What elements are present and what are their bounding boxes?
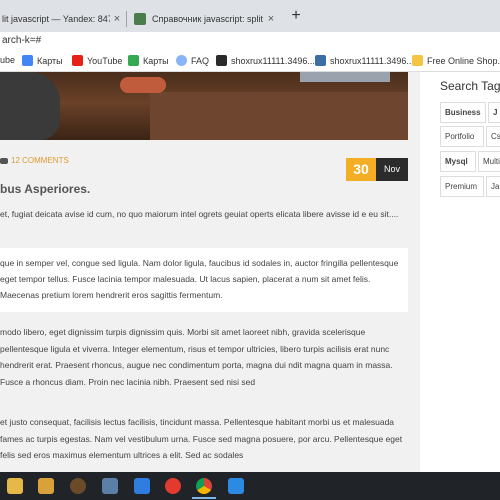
power-icon[interactable] <box>165 478 181 494</box>
site-icon <box>315 55 326 66</box>
tab-separator <box>126 11 127 27</box>
close-icon[interactable]: × <box>264 13 278 25</box>
tag-premium[interactable]: Premium <box>440 176 484 197</box>
windows-taskbar <box>0 472 500 500</box>
bookmark-label: shoxrux11111.3496... <box>330 55 414 66</box>
person-shape <box>0 72 60 140</box>
close-icon[interactable]: × <box>110 13 124 25</box>
tab-spravochnik[interactable]: Справочник javascript: split × <box>128 6 278 32</box>
post-excerpt: et, fugiat deicata avise id cum, no quo … <box>0 209 399 219</box>
desk-shape <box>150 92 408 140</box>
post-meta[interactable]: 12 COMMENTS <box>0 156 69 165</box>
maps-icon <box>128 55 139 66</box>
youtube-icon <box>72 55 83 66</box>
post-date: 30 Nov <box>346 158 408 181</box>
post-blockquote: que in semper vel, congue sed ligula. Na… <box>0 248 408 312</box>
new-tab-button[interactable]: + <box>287 7 305 25</box>
bookmarks-bar: ube Карты YouTube Карты FAQ shoxrux11111… <box>0 50 500 72</box>
tab-yandex[interactable]: lit javascript — Yandex: 847 m × <box>0 6 124 32</box>
tag-mysql[interactable]: Mysql <box>440 151 476 172</box>
post-paragraph: modo libero, eget dignissim turpis digni… <box>0 327 393 387</box>
address-bar[interactable]: arch-k=# <box>0 32 500 50</box>
bookmark-item[interactable]: Free Online Shop... <box>412 55 500 66</box>
comment-icon <box>0 157 8 164</box>
tag-ja[interactable]: Ja <box>486 176 500 197</box>
bookmark-item[interactable]: Карты <box>22 55 63 66</box>
bookmark-label: FAQ <box>191 55 210 66</box>
tab-title: lit javascript — Yandex: 847 m <box>2 14 110 24</box>
folder-icon[interactable] <box>38 478 54 494</box>
site-icon <box>216 55 227 66</box>
gear-icon <box>176 55 187 66</box>
bookmark-label: shoxrux11111.3496... <box>231 55 315 66</box>
tag-cs[interactable]: Cs <box>486 126 500 147</box>
comments-count: 12 COMMENTS <box>11 156 69 165</box>
tag-business[interactable]: Business <box>440 102 486 123</box>
laptop-shape <box>300 72 390 82</box>
tab-title: Справочник javascript: split <box>152 14 264 24</box>
maps-icon <box>22 55 33 66</box>
browser-tab-strip: lit javascript — Yandex: 847 m × Справоч… <box>0 0 500 32</box>
vscode-icon[interactable] <box>228 478 244 494</box>
date-day: 30 <box>346 158 376 181</box>
post-paragraph: et justo consequat, facilisis lectus fac… <box>0 417 403 460</box>
post-title[interactable]: bus Asperiores. <box>0 182 90 196</box>
bookmark-label: Карты <box>37 55 63 66</box>
web-page: 12 COMMENTS 30 Nov bus Asperiores. et, f… <box>0 72 500 472</box>
site-favicon-icon <box>134 13 146 25</box>
bookmark-item[interactable]: shoxrux11111.3496... <box>216 55 315 66</box>
bookmark-item[interactable]: YouTube <box>72 55 122 66</box>
sidebar-title: Search Tag <box>440 79 500 93</box>
bookmark-item[interactable]: FAQ <box>176 55 209 66</box>
bookmark-label: Карты <box>143 55 169 66</box>
bookmark-label: YouTube <box>87 55 123 66</box>
photos-icon[interactable] <box>102 478 118 494</box>
chrome-icon[interactable] <box>196 478 212 494</box>
bookmark-item[interactable]: shoxrux11111.3496... <box>315 55 414 66</box>
bookmark-label: ube <box>0 55 16 65</box>
tag-multi[interactable]: Multi <box>478 151 500 172</box>
post-hero-image <box>0 72 408 140</box>
blog-post: 12 COMMENTS 30 Nov bus Asperiores. et, f… <box>0 72 420 472</box>
folder-icon <box>412 55 423 66</box>
date-month: Nov <box>376 158 408 181</box>
bookmark-item[interactable]: ube <box>0 55 15 65</box>
cup-shape <box>120 77 166 93</box>
bookmark-label: Free Online Shop... <box>427 55 500 66</box>
settings-icon[interactable] <box>134 478 150 494</box>
sidebar: Search Tag Business J Portfolio Cs Mysql… <box>420 72 500 472</box>
tag-portfolio[interactable]: Portfolio <box>440 126 484 147</box>
bookmark-item[interactable]: Карты <box>128 55 169 66</box>
active-indicator <box>192 497 216 499</box>
media-icon[interactable] <box>70 478 86 494</box>
tag-j[interactable]: J <box>488 102 500 123</box>
app-icon[interactable] <box>7 478 23 494</box>
